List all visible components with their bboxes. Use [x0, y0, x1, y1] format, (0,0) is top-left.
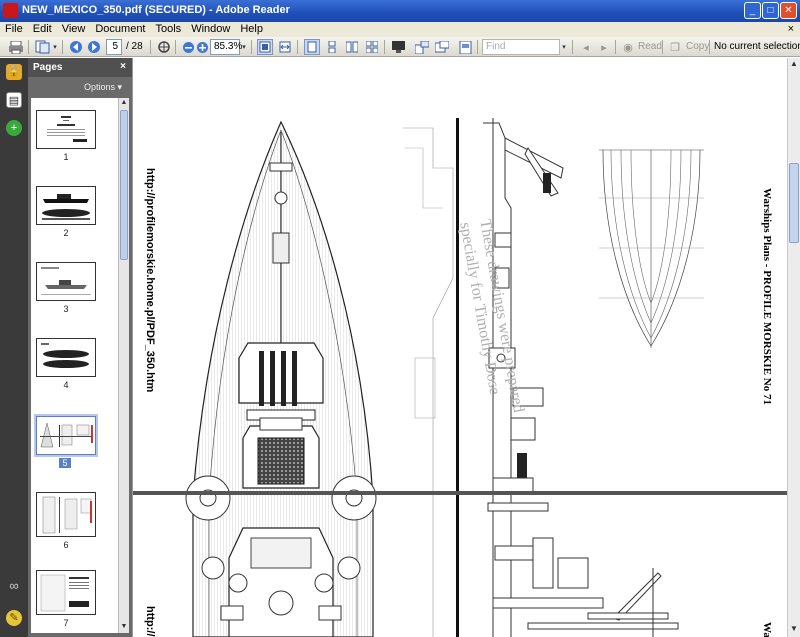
continuous-icon[interactable]	[324, 39, 340, 55]
close-document-button[interactable]: ×	[788, 22, 794, 37]
menu-file[interactable]: File	[0, 22, 28, 37]
attachments-icon[interactable]: +	[6, 120, 22, 136]
comments-icon[interactable]: ✎	[6, 610, 22, 626]
ship-plan-drawing	[133, 118, 787, 637]
fit-page-icon[interactable]	[257, 39, 273, 55]
url-text[interactable]: http://profilemorskie.home.pl/PDF_350.ht…	[144, 168, 156, 392]
page-thumbnail-icon[interactable]	[457, 39, 473, 55]
right-caption: Warships Plans - PROFILE MORSKIE No 71	[761, 188, 773, 405]
hand-tool-icon[interactable]	[156, 39, 172, 55]
selection-status: No current selection	[714, 41, 800, 52]
pages-panel: Pages × Options ▾ 1 2 3 4 5 6 7 ▲ ▼	[28, 58, 132, 637]
pages-panel-header: Pages ×	[28, 58, 132, 77]
next-result-icon[interactable]: ▸	[596, 39, 612, 55]
minimize-button[interactable]: _	[744, 2, 761, 19]
thumbnail-page-2[interactable]	[36, 186, 96, 225]
thumbnail-page-1[interactable]	[36, 110, 96, 149]
pages-icon[interactable]: ▤	[6, 92, 22, 108]
thumbnail-label: 2	[63, 228, 69, 238]
thumbnail-page-3[interactable]	[36, 262, 96, 301]
menu-view[interactable]: View	[57, 22, 91, 37]
scroll-down-arrow-icon[interactable]: ▼	[120, 623, 128, 632]
menu-help[interactable]: Help	[235, 22, 268, 37]
document-scroll-thumb[interactable]	[789, 163, 799, 243]
maximize-button[interactable]: □	[762, 2, 779, 19]
page-total: / 28	[126, 41, 143, 52]
thumbnail-label: 7	[63, 618, 69, 628]
previous-page-icon[interactable]	[68, 39, 84, 55]
document-view[interactable]: http://profilemorskie.home.pl/PDF_350.ht…	[132, 58, 787, 637]
zoom-in-icon[interactable]	[194, 39, 210, 55]
copy-button[interactable]: Copy	[686, 39, 709, 55]
url-text-next-page[interactable]: http://	[144, 606, 156, 637]
read-aloud-icon[interactable]: ◉	[620, 39, 636, 55]
menu-bar: File Edit View Document Tools Window Help ×	[0, 22, 800, 37]
zoom-dropdown-chevron-icon[interactable]: ▾	[240, 39, 248, 55]
window-title: NEW_MEXICO_350.pdf (SECURED) - Adobe Rea…	[22, 4, 290, 16]
find-input[interactable]: Find	[482, 39, 560, 55]
zoom-level-input[interactable]: 85.3%	[210, 39, 242, 55]
thumbnail-page-5[interactable]	[36, 416, 96, 455]
thumbnail-page-4[interactable]	[36, 338, 96, 377]
previous-result-icon[interactable]: ◂	[578, 39, 594, 55]
thumbnail-label: 5	[59, 458, 71, 468]
menu-document[interactable]: Document	[90, 22, 150, 37]
thumbnail-scrollbar[interactable]: ▲ ▼	[118, 98, 129, 633]
thumbnail-list: 1 2 3 4 5 6 7	[31, 98, 118, 633]
chevron-down-icon[interactable]: ▾	[51, 39, 59, 55]
next-page-icon[interactable]	[86, 39, 102, 55]
right-caption-next-page: Wa	[761, 622, 773, 637]
print-icon[interactable]	[8, 39, 24, 55]
scroll-down-arrow-icon[interactable]: ▼	[789, 624, 799, 636]
fit-width-icon[interactable]	[277, 39, 293, 55]
thumbnail-label: 3	[63, 304, 69, 314]
menu-tools[interactable]: Tools	[151, 22, 187, 37]
menu-window[interactable]: Window	[186, 22, 235, 37]
rotate-view-icon[interactable]	[414, 39, 430, 55]
menu-edit[interactable]: Edit	[28, 22, 57, 37]
adobe-reader-icon	[3, 3, 18, 18]
options-menu[interactable]: Options ▾	[84, 82, 122, 93]
thumbnail-label: 4	[63, 380, 69, 390]
close-button[interactable]: ✕	[780, 2, 797, 19]
single-page-icon[interactable]	[304, 39, 320, 55]
two-up-continuous-icon[interactable]	[364, 39, 380, 55]
navigation-strip: 🔒 ▤ + ∞ ✎	[0, 58, 28, 637]
scroll-up-arrow-icon[interactable]: ▲	[789, 59, 799, 71]
document-scrollbar[interactable]: ▲ ▼	[787, 58, 800, 637]
security-lock-icon[interactable]: 🔒	[6, 64, 22, 80]
read-button[interactable]: Read	[638, 39, 662, 55]
thumbnail-page-6[interactable]	[36, 492, 96, 537]
snapshot-icon[interactable]	[434, 39, 450, 55]
thumbnail-page-7[interactable]	[36, 570, 96, 615]
page-number-input[interactable]: 5	[106, 39, 122, 55]
find-dropdown-chevron-icon[interactable]: ▾	[560, 39, 568, 55]
two-up-icon[interactable]	[344, 39, 360, 55]
full-screen-icon[interactable]	[390, 39, 406, 55]
copy-icon[interactable]: ❐	[667, 39, 683, 55]
thumbnail-scroll-thumb[interactable]	[120, 110, 128, 260]
thumbnail-label: 1	[63, 152, 69, 162]
toolbar: ▾ 5 / 28 85.3% ▾ Find ▾ ◂ ▸ ◉ Read ❐ Cop…	[0, 37, 800, 57]
pages-panel-title: Pages	[33, 62, 63, 73]
pages-tool-icon[interactable]	[35, 39, 51, 55]
thumbnail-label: 6	[63, 540, 69, 550]
title-bar: NEW_MEXICO_350.pdf (SECURED) - Adobe Rea…	[0, 0, 800, 22]
close-panel-icon[interactable]: ×	[120, 61, 126, 72]
scroll-up-arrow-icon[interactable]: ▲	[120, 99, 128, 108]
link-icon[interactable]: ∞	[6, 578, 22, 594]
